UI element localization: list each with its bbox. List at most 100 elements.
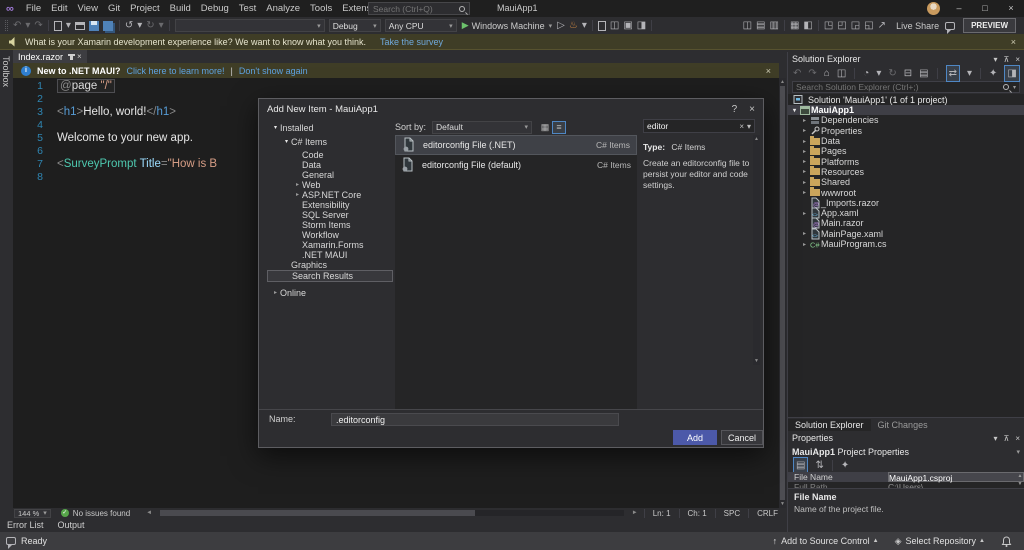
indent-indicator[interactable]: SPC xyxy=(714,508,748,518)
template-editorconfig-file-net[interactable]: editorconfig File (.NET) C# Items xyxy=(395,135,637,155)
quick-search-box[interactable] xyxy=(368,2,470,15)
tree-item-platforms[interactable]: ▸ Platforms xyxy=(788,156,1024,167)
category-graphics[interactable]: Graphics xyxy=(267,260,393,270)
menu-git[interactable]: Git xyxy=(103,3,125,14)
split-window-icon[interactable]: ◧ xyxy=(803,18,812,33)
hot-reload-caret-icon[interactable]: ▾ xyxy=(582,18,587,33)
template-search-box[interactable]: × ▾ xyxy=(643,119,755,133)
error-list-window-icon[interactable]: ▥ xyxy=(770,18,779,33)
props-categorized-icon[interactable]: ▤ xyxy=(793,456,809,474)
category-code[interactable]: Code xyxy=(267,150,393,160)
panel-tab-solution-explorer[interactable]: Solution Explorer xyxy=(788,419,871,431)
se-preview-selected-items-icon[interactable]: ◨ xyxy=(1004,64,1020,82)
chevron-collapsed-icon[interactable]: ▸ xyxy=(800,241,809,248)
column-indicator[interactable]: Ch: 1 xyxy=(678,508,715,518)
menu-view[interactable]: View xyxy=(73,3,103,14)
quick-search-input[interactable] xyxy=(369,3,457,14)
se-show-all-files-icon[interactable]: ▤ xyxy=(919,66,928,81)
cancel-button[interactable]: Cancel xyxy=(721,430,763,445)
chevron-collapsed-icon[interactable]: ▸ xyxy=(800,230,809,237)
pin-icon[interactable] xyxy=(68,53,76,60)
tree-item-resources[interactable]: ▸ Resources xyxy=(788,166,1024,177)
undo-icon[interactable]: ↺ xyxy=(125,18,133,33)
chevron-collapsed-icon[interactable]: ▸ xyxy=(800,117,809,124)
category-web[interactable]: ▸ Web xyxy=(267,180,393,190)
tab-output[interactable]: Output xyxy=(51,520,92,530)
chevron-collapsed-icon[interactable]: ▸ xyxy=(271,288,280,298)
template-editorconfig-file-default[interactable]: editorconfig File (default) C# Items xyxy=(395,155,637,175)
category-xamarin-forms[interactable]: Xamarin.Forms xyxy=(267,240,393,250)
start-without-debugging-icon[interactable]: ▷ xyxy=(557,18,565,33)
category-installed[interactable]: ▾ Installed xyxy=(267,123,393,133)
tree-item-mauiapp1[interactable]: ▾ MauiApp1 xyxy=(788,105,1024,116)
scroll-up-icon[interactable]: ▲ xyxy=(779,79,786,85)
tree-item-properties[interactable]: ▸ Properties xyxy=(788,126,1024,136)
se-collapse-all-icon[interactable]: ⊟ xyxy=(904,66,912,81)
clear-search-icon[interactable]: × xyxy=(739,122,744,131)
category-storm-items[interactable]: Storm Items xyxy=(267,220,393,230)
category-workflow[interactable]: Workflow xyxy=(267,230,393,240)
menu-edit[interactable]: Edit xyxy=(46,3,72,14)
find-in-files-icon[interactable] xyxy=(597,20,606,31)
compare-files-icon[interactable]: ◨ xyxy=(637,18,646,33)
undo-caret-icon[interactable]: ▾ xyxy=(137,18,142,33)
close-icon[interactable]: × xyxy=(749,104,755,115)
category-c-items[interactable]: ▾ C# Items xyxy=(267,137,393,147)
close-icon[interactable]: × xyxy=(1015,55,1020,64)
panel-tab-git-changes[interactable]: Git Changes xyxy=(871,419,935,431)
category-asp-net-core[interactable]: ▸ ASP.NET Core xyxy=(267,190,393,200)
solution-node[interactable]: Solution 'MauiApp1' (1 of 1 project) xyxy=(788,94,1024,105)
select-repository-button[interactable]: ◈ Select Repository ▲ xyxy=(895,536,985,547)
bookmark-icon[interactable]: ◳ xyxy=(824,18,833,33)
menu-analyze[interactable]: Analyze xyxy=(261,3,305,14)
new-file-caret-icon[interactable]: ▾ xyxy=(66,18,71,33)
tree-item-imports-razor[interactable]: @ _Imports.razor xyxy=(788,197,1024,209)
learn-more-link[interactable]: Click here to learn more! xyxy=(127,66,225,76)
pin-icon[interactable]: ⊼ xyxy=(1003,55,1009,64)
chevron-collapsed-icon[interactable]: ▸ xyxy=(293,190,302,200)
item-name-input[interactable] xyxy=(331,413,619,426)
close-icon[interactable]: × xyxy=(77,52,82,61)
se-switch-views-icon[interactable]: ◫ xyxy=(837,66,846,81)
property-value[interactable]: MauiApp1.csproj xyxy=(888,472,1024,483)
se-filter-caret-icon[interactable]: ▾ xyxy=(876,66,881,81)
scrollbar-thumb[interactable] xyxy=(160,510,476,516)
chevron-collapsed-icon[interactable]: ▸ xyxy=(800,168,809,175)
previous-bookmark-icon[interactable]: ◰ xyxy=(837,18,846,33)
window-position-icon[interactable]: ▾ xyxy=(993,55,997,64)
se-properties-icon[interactable]: ✦ xyxy=(989,66,997,81)
tree-item-wwwroot[interactable]: ▸ wwwroot xyxy=(788,187,1024,198)
chevron-collapsed-icon[interactable]: ▸ xyxy=(800,148,809,155)
chevron-expanded-icon[interactable]: ▾ xyxy=(271,123,280,133)
close-icon[interactable]: × xyxy=(1011,37,1016,47)
tree-item-shared[interactable]: ▸ Shared xyxy=(788,176,1024,187)
toolbox-side-tab[interactable]: Toolbox xyxy=(0,50,13,508)
tree-item-app-xaml[interactable]: ▸ <> App.xaml xyxy=(788,207,1024,219)
chevron-collapsed-icon[interactable]: ▸ xyxy=(293,180,302,190)
se-back-icon[interactable]: ↶ xyxy=(793,66,801,81)
navigate-backward-caret-icon[interactable]: ▾ xyxy=(25,18,30,33)
save-icon[interactable] xyxy=(88,20,99,31)
category-online[interactable]: ▸ Online xyxy=(267,288,393,298)
solution-explorer-search-box[interactable]: ▾ xyxy=(792,81,1020,93)
add-to-source-control-button[interactable]: ↑ Add to Source Control ▲ xyxy=(773,536,879,546)
maximize-button[interactable]: □ xyxy=(972,0,998,17)
start-debugging-button[interactable]: ▶ Windows Machine ▾ xyxy=(462,20,552,31)
next-bookmark-icon[interactable]: ◲ xyxy=(851,18,860,33)
scroll-down-icon[interactable]: ▼ xyxy=(779,501,786,507)
chevron-collapsed-icon[interactable]: ▸ xyxy=(800,210,809,217)
dialog-title-bar[interactable]: Add New Item - MauiApp1 ? × xyxy=(259,99,763,119)
menu-project[interactable]: Project xyxy=(125,3,165,14)
close-icon[interactable]: × xyxy=(1015,434,1020,443)
se-home-icon[interactable]: ⌂ xyxy=(824,66,830,81)
menu-test[interactable]: Test xyxy=(234,3,261,14)
navigate-backward-icon[interactable]: ↶ xyxy=(13,18,21,33)
live-share-button[interactable]: Live Share xyxy=(896,21,939,31)
solution-explorer-search-input[interactable] xyxy=(793,82,1001,92)
pin-icon[interactable]: ⊼ xyxy=(1003,434,1009,443)
add-button[interactable]: Add xyxy=(673,430,717,445)
medium-icons-view-icon[interactable]: ▦ xyxy=(538,121,552,134)
solution-explorer-sync-icon[interactable]: ◫ xyxy=(610,18,619,33)
se-forward-icon[interactable]: ↷ xyxy=(808,66,816,81)
new-file-icon[interactable] xyxy=(53,20,62,31)
